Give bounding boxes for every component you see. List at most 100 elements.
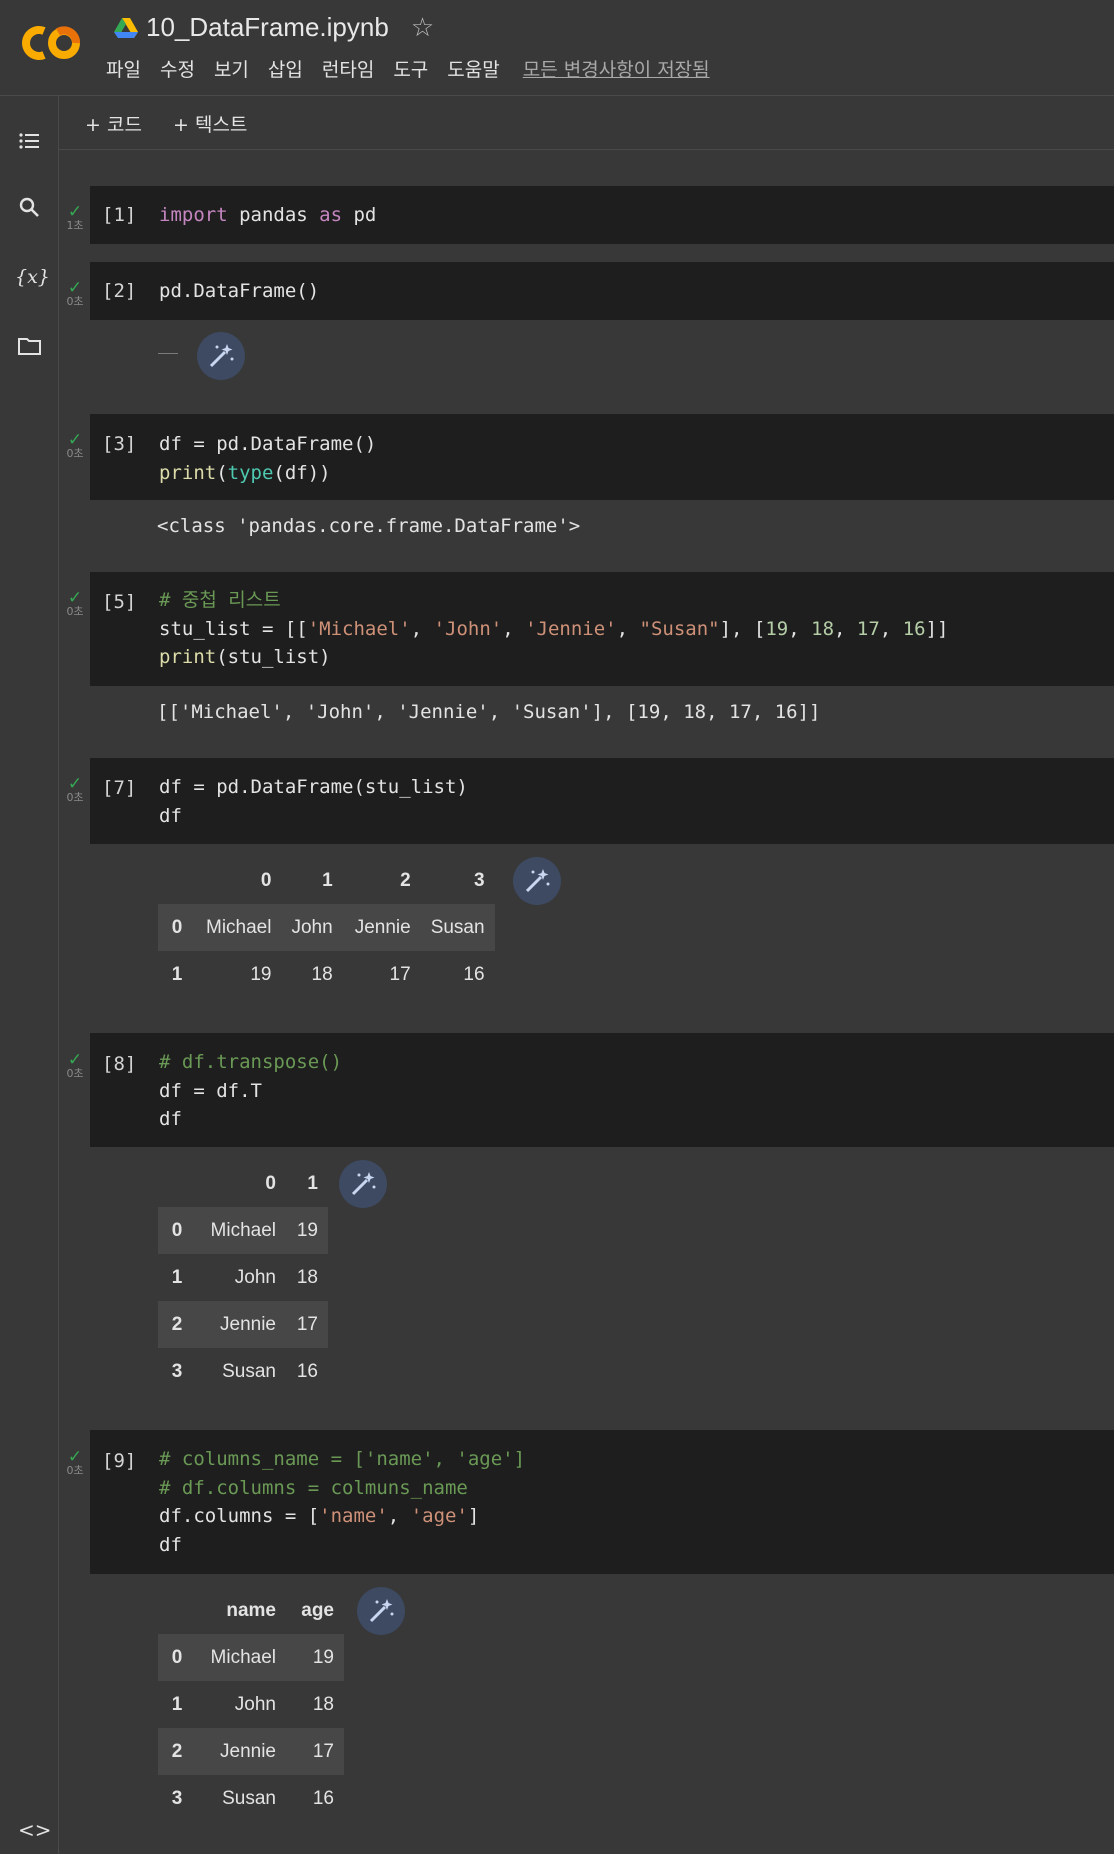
table-cell: Michael	[206, 916, 272, 938]
menu-file[interactable]: 파일	[106, 55, 141, 82]
table-cell: 16	[463, 963, 485, 985]
menu-bar: 파일 수정 보기 삽입 런타임 도구 도움말 모든 변경사항이 저장됨	[106, 55, 729, 82]
cell-status[interactable]: ✓ 0초	[64, 776, 86, 804]
table-cell: Susan	[222, 1360, 276, 1382]
notebook-toolbar: + 코드 + 텍스트	[59, 96, 1114, 150]
code-snippets-icon[interactable]: <>	[18, 1818, 52, 1842]
table-cell: Jennie	[354, 916, 411, 938]
exec-time: 0초	[66, 447, 84, 460]
row-index: 3	[171, 1787, 183, 1809]
table-of-contents-icon[interactable]	[15, 126, 45, 156]
variables-icon[interactable]: {x}	[15, 262, 50, 292]
checkmark-icon: ✓	[67, 774, 83, 794]
column-header: 0	[265, 1172, 276, 1194]
dataframe-table: 0 1 0 Michael 19 1 John 18 2 Jennie 17 3…	[158, 1160, 328, 1395]
code-editor[interactable]: # 중첩 리스트 stu_list = [['Michael', 'John',…	[159, 586, 948, 672]
save-status-link[interactable]: 모든 변경사항이 저장됨	[523, 55, 710, 82]
exec-time: 0초	[66, 605, 84, 618]
checkmark-icon: ✓	[67, 278, 83, 298]
magic-wand-icon	[369, 1599, 394, 1623]
code-editor[interactable]: df = pd.DataFrame() print(type(df))	[159, 430, 376, 487]
magic-wand-icon	[209, 344, 234, 368]
table-cell: 19	[312, 1646, 334, 1668]
add-code-button[interactable]: + 코드	[85, 110, 142, 137]
cell-status[interactable]: ✓ 0초	[64, 280, 86, 308]
exec-count: [2]	[102, 280, 137, 302]
checkmark-icon: ✓	[67, 430, 83, 450]
search-icon[interactable]	[15, 193, 45, 223]
colab-logo-icon[interactable]	[20, 22, 86, 64]
dataframe-table: 0 1 2 3 0 Michael John Jennie Susan 1 19…	[158, 857, 495, 998]
exec-count: [5]	[102, 591, 137, 613]
magic-wand-button[interactable]	[197, 332, 245, 380]
magic-wand-button[interactable]	[339, 1160, 387, 1208]
exec-time: 0초	[66, 1464, 84, 1477]
star-icon[interactable]: ☆	[411, 13, 434, 43]
checkmark-icon: ✓	[67, 202, 83, 222]
dataframe-table: name age 0 Michael 19 1 John 18 2 Jennie…	[158, 1587, 344, 1822]
cell-status[interactable]: ✓ 0초	[64, 590, 86, 618]
table-cell: Michael	[210, 1646, 276, 1668]
column-header: age	[301, 1599, 334, 1621]
code-editor[interactable]: # columns_name = ['name', 'age'] # df.co…	[159, 1445, 525, 1559]
table-row: 3 Susan 16	[158, 1775, 344, 1822]
table-cell: Michael	[210, 1219, 276, 1241]
magic-wand-icon	[525, 869, 550, 893]
magic-wand-button[interactable]	[513, 857, 561, 905]
table-cell: Jennie	[220, 1313, 276, 1335]
table-cell: Jennie	[220, 1740, 276, 1762]
table-cell: 18	[312, 1693, 334, 1715]
empty-output	[158, 353, 178, 354]
column-header: 2	[400, 869, 411, 891]
table-row: 2 Jennie 17	[158, 1728, 344, 1775]
left-sidebar: {x}	[0, 96, 59, 1854]
menu-edit[interactable]: 수정	[160, 55, 195, 82]
magic-wand-icon	[351, 1172, 376, 1196]
cell-status[interactable]: ✓ 1초	[64, 204, 86, 232]
column-header: 1	[307, 1172, 318, 1194]
table-row: 2 Jennie 17	[158, 1301, 328, 1348]
exec-count: [3]	[102, 433, 137, 455]
cell-status[interactable]: ✓ 0초	[64, 1449, 86, 1477]
row-index: 0	[171, 1646, 183, 1668]
code-editor[interactable]: import pandas as pd	[159, 201, 376, 230]
column-header: 1	[322, 869, 333, 891]
column-header: 3	[473, 869, 485, 891]
table-row: 0 Michael 19	[158, 1207, 328, 1254]
code-editor[interactable]: # df.transpose() df = df.T df	[159, 1048, 342, 1134]
checkmark-icon: ✓	[67, 1447, 83, 1467]
menu-help[interactable]: 도움말	[447, 55, 499, 82]
column-header: 0	[260, 869, 272, 891]
code-editor[interactable]: pd.DataFrame()	[159, 277, 319, 306]
table-cell: John	[291, 916, 333, 938]
cell-status[interactable]: ✓ 0초	[64, 1052, 86, 1080]
row-index: 1	[171, 963, 183, 985]
row-index: 2	[171, 1740, 183, 1762]
folder-icon[interactable]	[15, 331, 45, 361]
menu-insert[interactable]: 삽입	[268, 55, 303, 82]
table-row: 0 Michael 19	[158, 1634, 344, 1681]
table-row: 1 John 18	[158, 1254, 328, 1301]
menu-tools[interactable]: 도구	[393, 55, 428, 82]
table-row: 3 Susan 16	[158, 1348, 328, 1395]
exec-count: [8]	[102, 1053, 137, 1075]
magic-wand-button[interactable]	[357, 1587, 405, 1635]
add-text-button[interactable]: + 텍스트	[173, 110, 247, 137]
code-editor[interactable]: df = pd.DataFrame(stu_list) df	[159, 773, 468, 830]
row-index: 1	[171, 1693, 183, 1715]
menu-runtime[interactable]: 런타임	[322, 55, 374, 82]
exec-time: 0초	[66, 791, 84, 804]
table-cell: 16	[296, 1360, 318, 1382]
menu-view[interactable]: 보기	[214, 55, 249, 82]
cell-status[interactable]: ✓ 0초	[64, 432, 86, 460]
table-cell: Susan	[430, 916, 485, 938]
table-cell: John	[234, 1266, 276, 1288]
app-header: 10_DataFrame.ipynb ☆ 파일 수정 보기 삽입 런타임 도구 …	[0, 0, 1114, 96]
google-drive-icon[interactable]	[114, 17, 138, 39]
table-row: 0 Michael John Jennie Susan	[158, 904, 495, 951]
row-index: 3	[171, 1360, 183, 1382]
notebook-title[interactable]: 10_DataFrame.ipynb	[146, 12, 389, 43]
table-cell: 17	[296, 1313, 318, 1335]
checkmark-icon: ✓	[67, 1050, 83, 1070]
column-header: name	[226, 1599, 276, 1621]
